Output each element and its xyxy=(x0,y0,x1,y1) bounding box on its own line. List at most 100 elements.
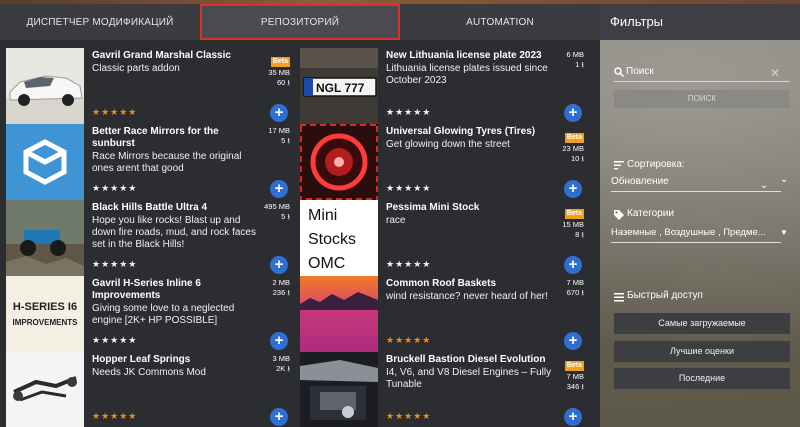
sort-underline xyxy=(611,191,781,192)
mod-name: New Lithuania license plate 2023 xyxy=(386,50,542,61)
download-icon: ⭳ xyxy=(287,136,290,145)
mod-size: 23 MB xyxy=(562,144,584,153)
quick-access-label: Быстрый доступ xyxy=(627,290,703,301)
tab-automation[interactable]: Automation xyxy=(400,4,600,40)
download-count: 346 xyxy=(566,382,580,391)
mod-name: Pessima Mini Stock xyxy=(386,202,480,213)
mod-card[interactable]: NGL 777 New Lithuania license plate 2023… xyxy=(300,48,590,124)
mod-description: Needs JK Commons Mod xyxy=(92,367,206,378)
mod-description: I4, V6, and V8 Diesel Engines – Fully Tu… xyxy=(386,367,552,390)
add-button[interactable]: + xyxy=(270,256,288,274)
mod-description: race xyxy=(386,215,406,226)
latest-button[interactable]: Последние xyxy=(614,368,790,389)
mod-card[interactable]: Hopper Leaf Springs Needs JK Commons Mod… xyxy=(6,352,296,427)
sort-icon xyxy=(614,161,624,170)
mod-size: 6 MB xyxy=(566,50,584,59)
download-count: 2K xyxy=(276,364,286,373)
mod-list: Gavril Grand Marshal Classic Classic par… xyxy=(0,40,600,427)
mod-size: 2 MB xyxy=(272,278,290,287)
add-button[interactable]: + xyxy=(270,408,288,426)
sunset-landscape-icon xyxy=(300,276,378,352)
mod-size: 3 MB xyxy=(272,354,290,363)
add-button[interactable]: + xyxy=(564,332,582,350)
plate-text: NGL 777 xyxy=(316,81,365,95)
chevron-down-icon[interactable]: ⌄ xyxy=(760,180,768,191)
download-icon: ⭳ xyxy=(581,288,584,297)
close-icon[interactable]: ✕ xyxy=(770,66,780,80)
tab-mod-manager[interactable]: Диспетчер модификаций xyxy=(0,4,200,40)
search-input[interactable]: Поиск xyxy=(626,66,654,77)
rating-stars: ★★★★★ xyxy=(386,259,432,269)
search-icon xyxy=(614,67,624,77)
categories-underline xyxy=(611,242,781,243)
mod-card[interactable]: Bruckell Bastion Diesel Evolution I4, V6… xyxy=(300,352,590,427)
mod-card[interactable]: Gavril Grand Marshal Classic Classic par… xyxy=(6,48,296,124)
rating-stars: ★★★★★ xyxy=(386,335,432,345)
thumb-text-line: Stocks xyxy=(308,231,356,248)
mod-description: Classic parts addon xyxy=(92,63,180,74)
mod-name: Common Roof Baskets xyxy=(386,278,497,289)
rating-stars: ★★★★★ xyxy=(92,411,138,421)
mod-name: Gavril Grand Marshal Classic xyxy=(92,50,231,61)
engine-logo-icon: H-SERIES I6 IMPROVEMENTS xyxy=(6,276,84,352)
add-button[interactable]: + xyxy=(564,180,582,198)
mod-card[interactable]: Better Race Mirrors for the sunburst Rac… xyxy=(6,124,296,200)
list-icon xyxy=(614,293,624,302)
download-icon: ⭳ xyxy=(581,60,584,69)
beta-badge: Beta xyxy=(564,133,584,143)
thumb-text-line: OMC xyxy=(308,255,345,272)
search-button[interactable]: ПОИСК xyxy=(614,90,790,108)
download-count: 60 xyxy=(276,78,286,87)
mod-description: Giving some love to a neglected engine [… xyxy=(92,303,235,326)
mod-card[interactable]: H-SERIES I6 IMPROVEMENTS Gavril H-Series… xyxy=(6,276,296,352)
add-button[interactable]: + xyxy=(564,104,582,122)
mod-size: 7 MB xyxy=(566,372,584,381)
thumb-text-line: Mini xyxy=(308,207,337,224)
mod-card[interactable]: Mini Stocks OMC Pessima Mini Stock race … xyxy=(300,200,590,276)
mod-card[interactable]: Common Roof Baskets wind resistance? nev… xyxy=(300,276,590,352)
engine-bay-icon xyxy=(300,352,378,427)
categories-label: Категории xyxy=(627,208,674,219)
sort-select[interactable]: Обновление xyxy=(611,176,669,187)
rating-stars: ★★★★★ xyxy=(92,183,138,193)
top-rated-button[interactable]: Лучшие оценки xyxy=(614,341,790,362)
box-icon xyxy=(6,124,84,200)
rating-stars: ★★★★★ xyxy=(386,183,432,193)
rating-stars: ★★★★★ xyxy=(92,259,138,269)
offroad-vehicle-icon xyxy=(6,200,84,276)
mod-card[interactable]: Universal Glowing Tyres (Tires) Get glow… xyxy=(300,124,590,200)
add-button[interactable]: + xyxy=(564,256,582,274)
download-icon: ⭳ xyxy=(581,154,584,163)
download-count: 10 xyxy=(570,154,580,163)
beta-badge: Beta xyxy=(564,209,584,219)
rating-stars: ★★★★★ xyxy=(92,335,138,345)
license-plate-icon: NGL 777 xyxy=(300,48,378,124)
mod-name: Bruckell Bastion Diesel Evolution xyxy=(386,354,546,365)
download-icon: ⭳ xyxy=(287,364,290,373)
tab-bar: Диспетчер модификаций Репозиторий Automa… xyxy=(0,4,600,40)
mod-name: Black Hills Battle Ultra 4 xyxy=(92,202,208,213)
categories-select[interactable]: Наземные , Воздушные , Предме... xyxy=(611,227,766,238)
mod-card[interactable]: Black Hills Battle Ultra 4 Hope you like… xyxy=(6,200,296,276)
chevron-down-icon[interactable]: ⌄ xyxy=(780,174,788,185)
mod-description: Race Mirrors because the original ones a… xyxy=(92,151,242,174)
mod-name: Gavril H-Series Inline 6 Improvements xyxy=(92,278,201,301)
mod-description: Get glowing down the street xyxy=(386,139,510,150)
most-downloaded-button[interactable]: Самые загружаемые xyxy=(614,313,790,334)
add-button[interactable]: + xyxy=(270,332,288,350)
add-button[interactable]: + xyxy=(270,180,288,198)
mod-name: Hopper Leaf Springs xyxy=(92,354,191,365)
mod-size: 17 MB xyxy=(268,126,290,135)
mod-name: Better Race Mirrors for the sunburst xyxy=(92,126,219,149)
add-button[interactable]: + xyxy=(270,104,288,122)
download-count: 236 xyxy=(272,288,286,297)
rating-stars: ★★★★★ xyxy=(92,107,138,117)
tab-repository[interactable]: Репозиторий xyxy=(200,4,400,40)
download-count: 8 xyxy=(575,230,580,239)
add-button[interactable]: + xyxy=(564,408,582,426)
thumb-text-line: IMPROVEMENTS xyxy=(13,318,79,327)
download-icon: ⭳ xyxy=(287,212,290,221)
chevron-down-icon[interactable]: ▼ xyxy=(780,228,788,237)
mod-size: 35 MB xyxy=(268,68,290,77)
filters-title: Фильтры xyxy=(600,4,800,40)
